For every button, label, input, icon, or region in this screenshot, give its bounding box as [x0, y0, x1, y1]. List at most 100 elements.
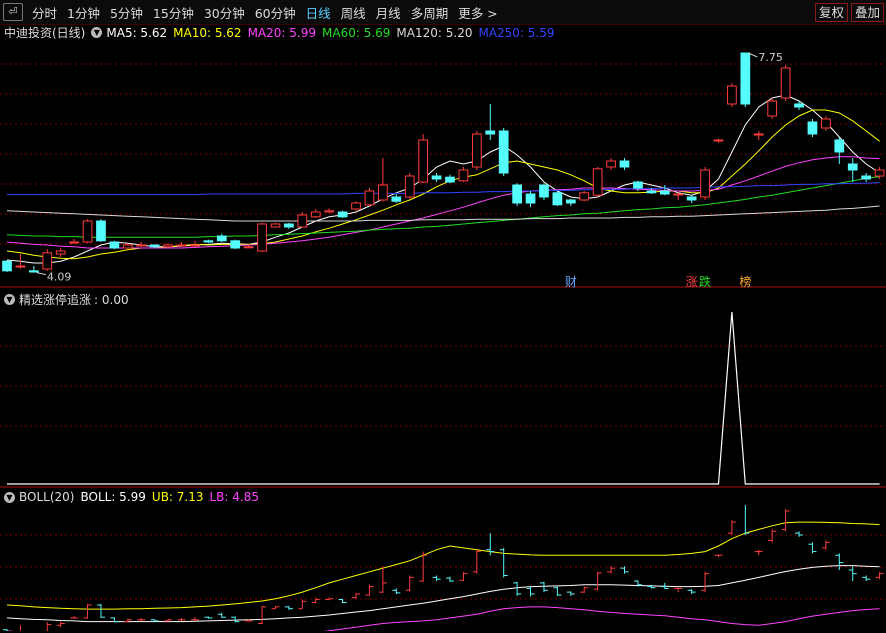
candle-body — [337, 211, 348, 218]
ohlc-bar-55 — [744, 505, 750, 535]
ohlc-bar-19 — [258, 606, 267, 625]
period-tab-3[interactable]: 15分钟 — [148, 3, 199, 22]
candle-body — [512, 184, 522, 204]
ohlc-bar-43 — [580, 586, 589, 593]
adjust-button[interactable]: 复权 — [814, 3, 848, 22]
candle-body — [727, 85, 737, 105]
boll-title: BOLL(20) — [19, 490, 75, 504]
ohlc-bar-52 — [701, 571, 710, 593]
candle-53 — [713, 138, 724, 143]
ohlc-bar-64 — [862, 575, 871, 582]
candle-19 — [257, 222, 267, 253]
candle-26 — [351, 201, 361, 211]
overlay-button[interactable]: 叠加 — [850, 3, 884, 22]
candle-42 — [565, 198, 576, 206]
period-tab-4[interactable]: 30分钟 — [199, 3, 250, 22]
period-tab-10[interactable]: 更多 > — [453, 3, 502, 22]
candlestick-chart: 7.75 4.09 财 涨跌 榜 — [0, 51, 886, 288]
candle-body — [740, 52, 751, 105]
ohlc-bar-45 — [607, 566, 616, 574]
period-tab-1[interactable]: 1分钟 — [62, 3, 105, 22]
candle-2 — [28, 266, 39, 273]
candle-body — [753, 133, 764, 136]
ohlc-bar-58 — [781, 509, 790, 532]
back-icon[interactable]: ⏎ — [3, 3, 23, 21]
candle-body — [28, 270, 39, 273]
candle-body — [431, 175, 442, 180]
period-tab-0[interactable]: 分时 — [27, 3, 62, 22]
ma-line-ma20 — [6, 156, 880, 249]
ohlc-bar-60 — [808, 542, 817, 554]
ohlc-bar-30 — [405, 575, 414, 592]
candle-body — [606, 160, 616, 168]
candle-body — [136, 244, 147, 247]
ohlc-bar-7 — [96, 603, 105, 618]
candle-28 — [378, 158, 388, 202]
candle-body — [15, 265, 26, 268]
candle-55 — [740, 52, 751, 107]
candle-62 — [834, 137, 845, 164]
candle-44 — [592, 167, 603, 197]
boll-ub-line — [6, 521, 880, 610]
period-tab-5[interactable]: 60分钟 — [250, 3, 301, 22]
ohlc-bar-17 — [231, 616, 240, 623]
ohlc-bar-37 — [499, 547, 508, 578]
boll-indicator-2: LB: 4.85 — [209, 490, 260, 504]
ohlc-bar-63 — [848, 566, 857, 582]
candle-32 — [431, 173, 442, 182]
period-tab-2[interactable]: 5分钟 — [105, 3, 148, 22]
low-pointer — [36, 272, 46, 276]
ohlc-bar-51 — [687, 589, 696, 594]
candle-body — [861, 175, 872, 180]
ohlc-bar-21 — [284, 606, 293, 610]
ma-line-ma120 — [6, 205, 880, 222]
candle-body — [713, 139, 724, 142]
period-tab-7[interactable]: 周线 — [336, 3, 371, 22]
candle-body — [807, 121, 818, 135]
ohlc-bar-61 — [821, 540, 830, 550]
candle-body — [458, 169, 469, 182]
ohlc-bar-34 — [459, 571, 468, 582]
candle-41 — [552, 191, 563, 206]
period-tab-6[interactable]: 日线 — [301, 3, 336, 22]
ma-line-ma250 — [7, 182, 880, 196]
candle-16 — [216, 233, 227, 242]
ohlc-bar-22 — [298, 599, 307, 610]
candle-body — [646, 190, 657, 194]
ohlc-bar-40 — [539, 581, 548, 593]
candle-body — [190, 244, 200, 247]
period-tabs: 分时 1分钟 5分钟 15分钟 30分钟 60分钟 日线 周线 月线 多周期 更多 > — [27, 3, 503, 22]
ohlc-bar-59 — [795, 531, 804, 537]
candle-body — [633, 181, 643, 189]
candle-31 — [418, 134, 429, 184]
candle-body — [619, 160, 630, 168]
candle-body — [122, 244, 133, 249]
toolbar-right: 复权 叠加 — [812, 3, 884, 22]
ohlc-bar-20 — [271, 606, 280, 610]
candle-body — [69, 241, 79, 244]
candle-body — [109, 241, 120, 249]
period-tab-9[interactable]: 多周期 — [406, 3, 454, 22]
chevron-down-icon[interactable]: ▼ — [4, 491, 15, 503]
candle-8 — [109, 240, 120, 250]
candle-body — [82, 220, 93, 243]
chevron-down-icon[interactable]: ▼ — [91, 27, 103, 38]
candle-21 — [284, 222, 294, 229]
ohlc-bar-53 — [714, 554, 723, 558]
boll-lb-line — [6, 606, 880, 631]
candle-body — [539, 184, 549, 198]
candle-3 — [42, 249, 53, 271]
boll-indicator-list: BOLL: 5.99 UB: 7.13 LB: 4.85 — [80, 490, 265, 504]
candle-body — [525, 193, 536, 204]
candle-45 — [606, 158, 616, 170]
candle-body — [284, 223, 294, 228]
candle-27 — [364, 188, 375, 206]
indicator-line — [7, 311, 880, 485]
chevron-down-icon[interactable]: ▼ — [4, 294, 15, 305]
event-marker-2: 跌 — [699, 274, 711, 288]
candle-4 — [55, 248, 66, 257]
period-tab-8[interactable]: 月线 — [371, 3, 406, 22]
candle-20 — [270, 222, 281, 228]
ohlc-bar-56 — [754, 549, 763, 556]
ohlc-bar-4 — [56, 621, 65, 628]
